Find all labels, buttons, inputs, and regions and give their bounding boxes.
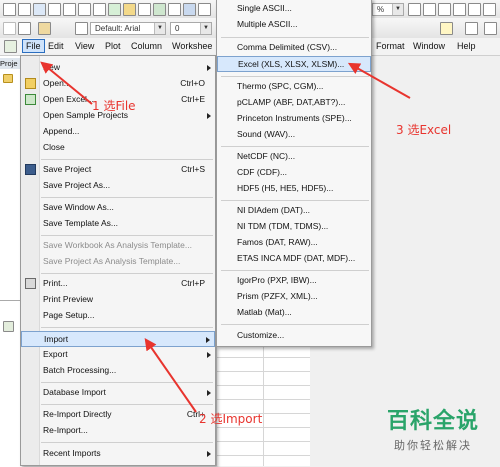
- annotation-arrows: [40, 61, 411, 413]
- arrow-to-import: [144, 338, 197, 413]
- annotation-step-2: 2 选Import: [199, 412, 263, 426]
- watermark-title: 百科全说: [386, 409, 479, 434]
- watermark-subtitle: 助你轻松解决: [394, 439, 472, 452]
- annotation-step-1: 1 选File: [92, 99, 136, 113]
- watermark-logo: 百科全说 助你轻松解决: [372, 403, 494, 463]
- arrow-to-excel: [347, 62, 411, 99]
- annotation-step-3: 3 选Excel: [396, 123, 452, 137]
- arrow-to-file: [40, 61, 93, 105]
